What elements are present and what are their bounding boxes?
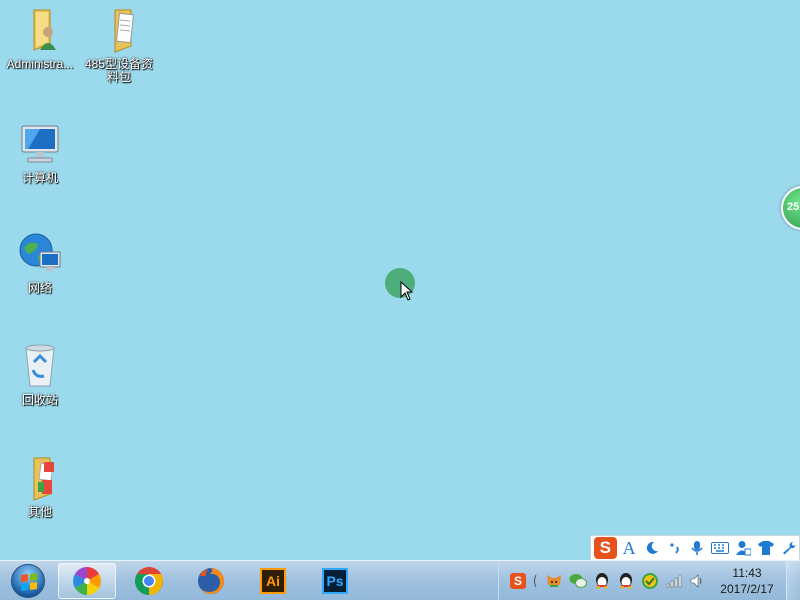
desktop-icon-label: 计算机 [21, 171, 58, 185]
desktop-icon-computer[interactable]: 计算机 [0, 120, 80, 185]
ime-mode-icon[interactable] [531, 570, 541, 592]
float-ball-value: 25 [787, 201, 800, 213]
firefox-icon [198, 568, 224, 594]
desktop-icon-485-docs[interactable]: 485型设备资料包 [79, 6, 159, 84]
desktop-icon-label: 网络 [27, 281, 52, 295]
user-folder-icon [16, 6, 64, 54]
taskbar-app-illustrator[interactable]: Ai [244, 563, 302, 599]
taskbar-app-photoshop[interactable]: Ps [306, 563, 364, 599]
show-desktop-button[interactable] [786, 561, 800, 600]
taskbar-app-firefox[interactable] [182, 563, 240, 599]
computer-icon [16, 120, 64, 168]
chrome-icon [135, 567, 163, 595]
desktop-icon-label: 回收站 [21, 393, 58, 407]
recycle-bin-icon [16, 342, 64, 390]
taskbar-clock[interactable]: 11:43 2017/2/17 [712, 565, 782, 597]
desktop-icon-network[interactable]: 网络 [0, 230, 80, 295]
desktop-icon-label: 485型设备资料包 [84, 57, 154, 84]
desktop-icon-label: Administra... [6, 58, 74, 71]
volume-icon[interactable] [687, 570, 709, 592]
wechat-icon[interactable] [567, 570, 589, 592]
punctuation-icon[interactable] [664, 537, 685, 559]
skin-icon[interactable] [755, 537, 776, 559]
wrench-icon[interactable] [778, 537, 799, 559]
pinwheel-app-icon [73, 567, 101, 595]
document-folder-icon [95, 6, 143, 54]
clock-date: 2017/2/17 [720, 582, 774, 596]
qq-icon-2[interactable] [615, 570, 637, 592]
taskbar: Ai Ps S 11:43 2017/2/17 [0, 560, 800, 600]
sogou-tray-icon[interactable]: S [507, 570, 529, 592]
security-shield-icon[interactable] [639, 570, 661, 592]
illustrator-icon: Ai [260, 568, 286, 594]
ime-font-button[interactable]: A [619, 537, 640, 559]
desktop[interactable]: Administra... 485型设备资料包 计算机 网络 回收站 其他 25 [0, 0, 800, 560]
photoshop-icon: Ps [322, 568, 348, 594]
keyboard-icon[interactable] [710, 537, 731, 559]
network-globe-icon [16, 230, 64, 278]
floating-speed-ball[interactable]: 25 [781, 186, 800, 230]
clock-time: 11:43 [732, 566, 762, 580]
moon-icon[interactable] [641, 537, 662, 559]
desktop-icon-label: 其他 [27, 505, 52, 519]
ime-toolbar[interactable]: S A [590, 535, 800, 561]
sogou-logo-icon[interactable]: S [594, 537, 617, 559]
desktop-icon-administrator[interactable]: Administra... [0, 6, 80, 71]
taskbar-app-pinwheel[interactable] [58, 563, 116, 599]
fox-tray-icon[interactable] [543, 570, 565, 592]
taskbar-app-chrome[interactable] [120, 563, 178, 599]
mouse-cursor-icon [400, 281, 414, 301]
start-button[interactable] [4, 562, 52, 600]
desktop-icon-other[interactable]: 其他 [0, 454, 80, 519]
desktop-icon-recycle-bin[interactable]: 回收站 [0, 342, 80, 407]
user-icon[interactable] [733, 537, 754, 559]
network-signal-icon[interactable] [663, 570, 685, 592]
windows-logo-icon [11, 564, 45, 598]
folder-icon [16, 454, 64, 502]
microphone-icon[interactable] [687, 537, 708, 559]
qq-icon[interactable] [591, 570, 613, 592]
